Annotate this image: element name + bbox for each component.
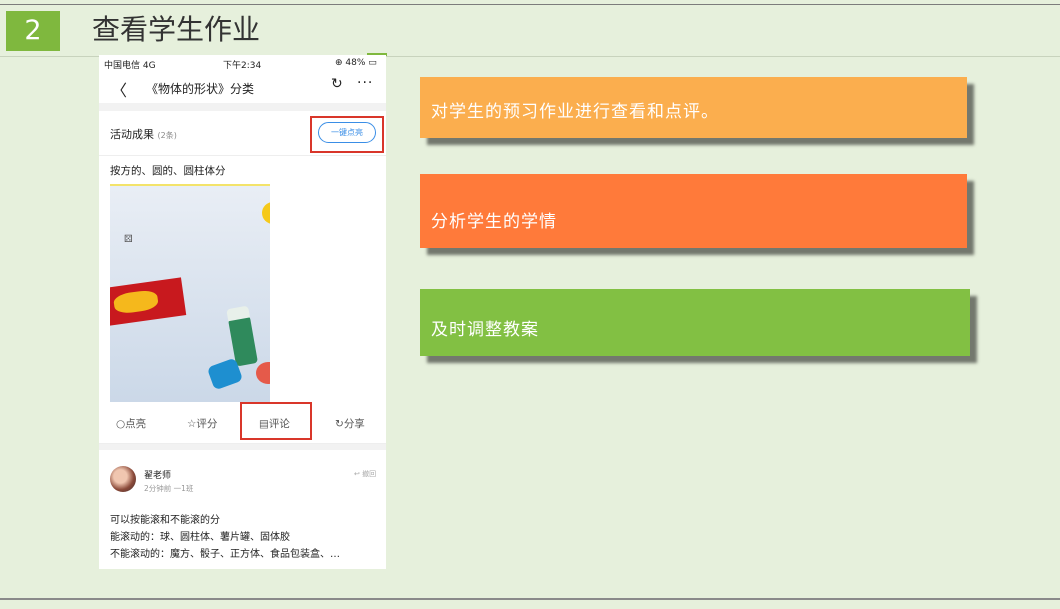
photo-snack-box <box>110 277 187 327</box>
bulb-icon: ○ <box>116 418 126 430</box>
comment-meta: 2分钟前 一1班 <box>144 484 194 493</box>
callout-adjust-lesson-plan: 及时调整教案 <box>420 289 970 356</box>
share-icon: ↻ <box>335 418 344 430</box>
nav-title: 《物体的形状》分类 <box>146 82 255 96</box>
photo-fruit-slice <box>256 362 270 384</box>
results-section-header: 活动成果 (2条) 一键点亮 <box>99 111 386 156</box>
avatar[interactable] <box>110 466 136 492</box>
comment-line: 可以按能滚和不能滚的分 <box>110 515 220 526</box>
photo-ball <box>262 202 270 224</box>
phone-screenshot: 中国电信 4G 下午2:34 ⊕ 48% ▭ 〈 《物体的形状》分类 ↻ ···… <box>99 55 386 569</box>
rate-action[interactable]: ☆评分 <box>187 416 217 431</box>
comment-line: 不能滚动的：魔方、骰子、正方体、食品包装盒、… <box>110 549 340 560</box>
light-up-action[interactable]: ○点亮 <box>116 416 146 431</box>
comment-line: 能滚动的：球、圆柱体、薯片罐、固体胶 <box>110 532 290 543</box>
separator <box>99 444 386 450</box>
results-count: (2条) <box>157 131 177 140</box>
status-bar: 中国电信 4G 下午2:34 ⊕ 48% ▭ <box>99 55 386 71</box>
post-photo[interactable]: ⚄ <box>110 184 270 402</box>
results-label: 活动成果 (2条) <box>110 128 177 141</box>
comment-author: 翟老师 <box>144 471 172 481</box>
star-icon: ☆ <box>187 418 197 430</box>
status-time: 下午2:34 <box>223 61 262 71</box>
post-text: 按方的、圆的、圆柱体分 <box>110 165 226 177</box>
highlight-box-like-all <box>310 116 384 153</box>
slide-title: 查看学生作业 <box>92 13 261 46</box>
share-action[interactable]: ↻分享 <box>335 416 365 431</box>
separator <box>99 103 386 111</box>
chevron-left-icon[interactable]: 〈 <box>111 77 127 101</box>
ellipsis-icon[interactable]: ··· <box>357 75 373 91</box>
callout-analyze-learning: 分析学生的学情 <box>420 174 967 248</box>
nav-bar: 〈 《物体的形状》分类 ↻ ··· <box>99 71 386 103</box>
refresh-icon[interactable]: ↻ <box>331 76 343 92</box>
highlight-box-comment <box>240 402 312 440</box>
photo-dice: ⚄ <box>124 234 133 245</box>
top-border <box>0 4 1060 5</box>
undo-button[interactable]: ↩ 撤回 <box>354 469 376 479</box>
signal-carrier: 中国电信 4G <box>104 61 156 71</box>
battery-level: ⊕ 48% ▭ <box>335 58 377 68</box>
bottom-border <box>0 598 1060 600</box>
callout-review-homework: 对学生的预习作业进行查看和点评。 <box>420 77 967 138</box>
slide-number-badge: 2 <box>6 11 60 51</box>
